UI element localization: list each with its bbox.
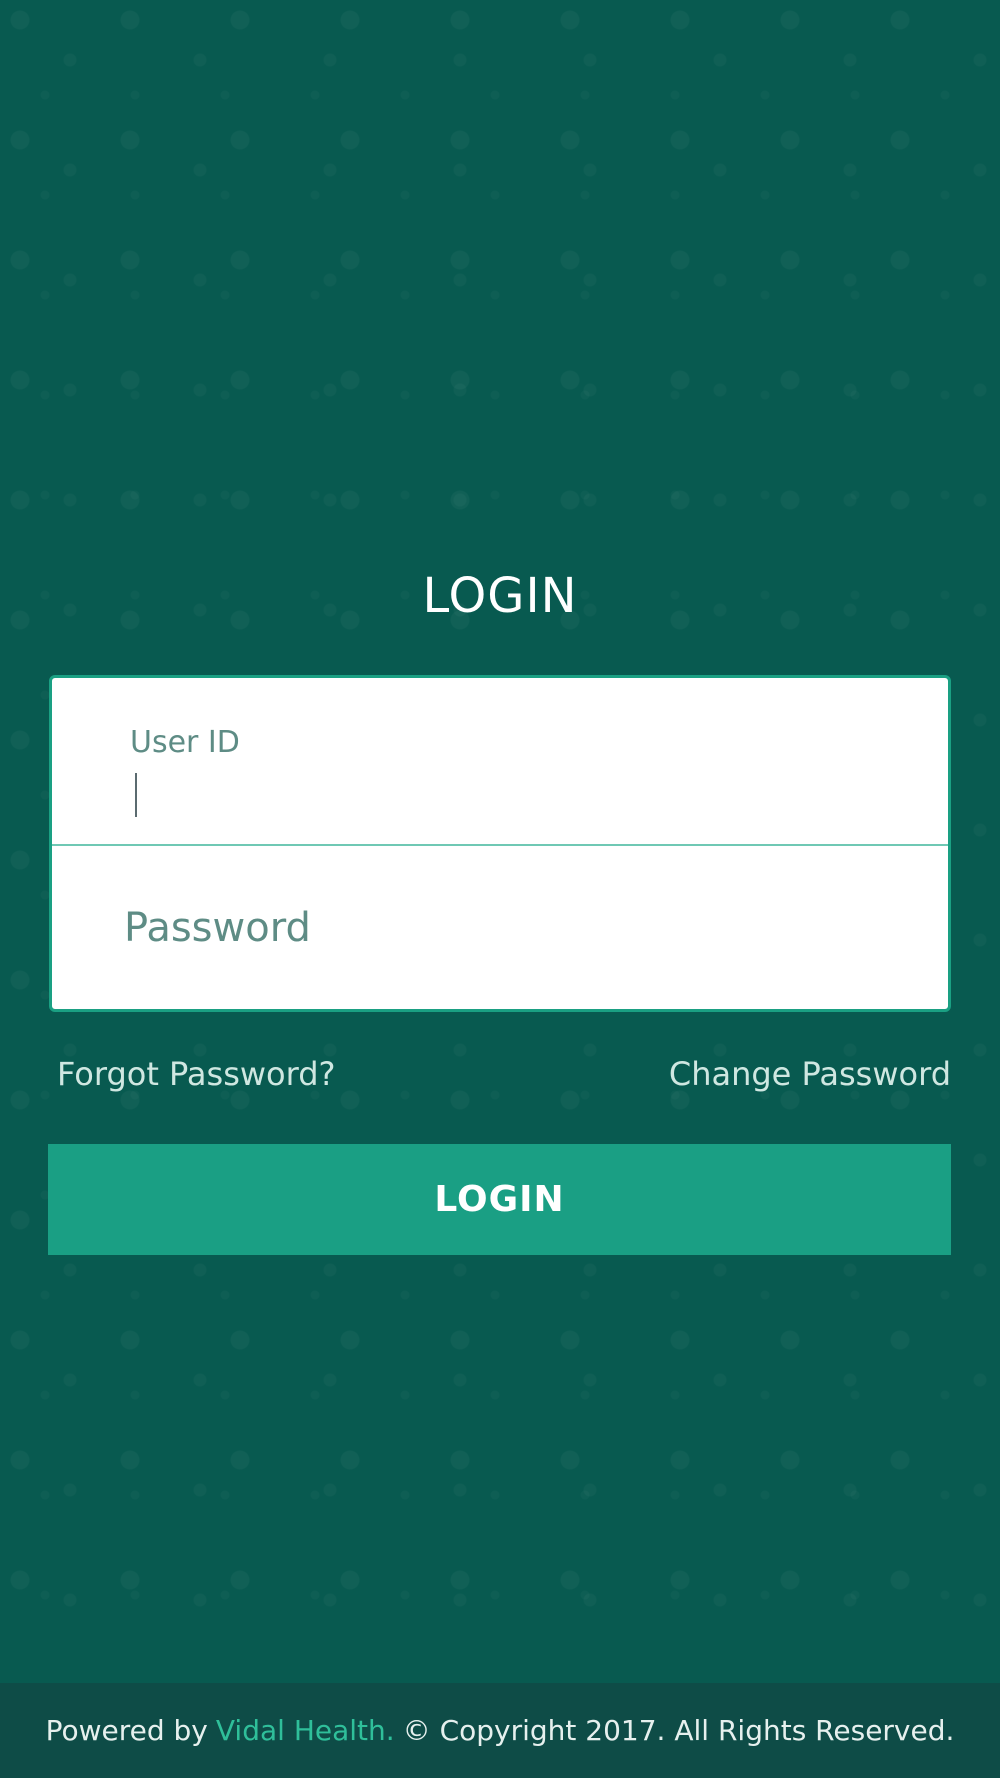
login-card: User ID	[49, 675, 951, 1012]
forgot-password-link[interactable]: Forgot Password?	[57, 1055, 336, 1093]
password-field-container[interactable]	[52, 848, 948, 1009]
userid-label: User ID	[130, 725, 240, 760]
change-password-link[interactable]: Change Password	[669, 1055, 951, 1093]
footer-copyright: © Copyright 2017. All Rights Reserved.	[402, 1714, 955, 1747]
page-title: LOGIN	[422, 568, 578, 624]
userid-field-container[interactable]: User ID	[52, 678, 948, 846]
userid-input[interactable]	[130, 766, 890, 818]
text-caret	[135, 773, 137, 817]
login-button[interactable]: LOGIN	[48, 1144, 951, 1255]
footer: Powered by Vidal Health. © Copyright 201…	[0, 1683, 1000, 1778]
password-input[interactable]	[124, 896, 884, 960]
footer-powered-by: Powered by	[45, 1714, 208, 1747]
footer-brand-link[interactable]: Vidal Health.	[216, 1714, 395, 1747]
